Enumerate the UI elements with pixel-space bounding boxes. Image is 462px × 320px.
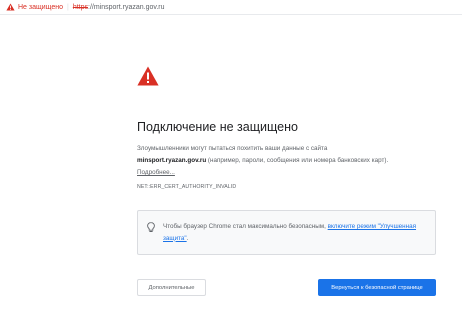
enhanced-protection-suffix: . (186, 234, 189, 242)
enhanced-protection-prompt: Чтобы браузер Chrome стал максимально бе… (163, 223, 326, 230)
warning-triangle-icon[interactable] (6, 3, 15, 11)
lightbulb-icon (147, 222, 155, 232)
message-suffix: (например, пароли, сообщения или номера … (207, 157, 389, 164)
site-domain: minsport.ryazan.gov.ru (137, 157, 207, 164)
page-title: Подключение не защищено (137, 120, 298, 134)
error-code: NET::ERR_CERT_AUTHORITY_INVALID (137, 184, 237, 190)
enhanced-protection-text: Чтобы браузер Chrome стал максимально бе… (163, 221, 425, 244)
address-bar[interactable]: Не защищено | https ://minsport.ryazan.g… (0, 0, 462, 15)
url-host[interactable]: ://minsport.ryazan.gov.ru (88, 4, 165, 11)
enhanced-protection-box: Чтобы браузер Chrome стал максимально бе… (137, 210, 436, 255)
url-scheme[interactable]: https (73, 4, 88, 11)
main-message: Злоумышленники могут пытаться похитить в… (137, 143, 437, 179)
back-to-safety-button[interactable]: Вернуться к безопасной странице (318, 279, 436, 296)
advanced-button[interactable]: Дополнительные (137, 279, 206, 296)
danger-triangle-icon (137, 66, 159, 86)
details-link[interactable]: Подробнее... (137, 169, 175, 176)
message-prefix: Злоумышленники могут пытаться похитить в… (137, 145, 328, 152)
address-separator: | (67, 3, 69, 11)
not-secure-label[interactable]: Не защищено (18, 4, 63, 11)
